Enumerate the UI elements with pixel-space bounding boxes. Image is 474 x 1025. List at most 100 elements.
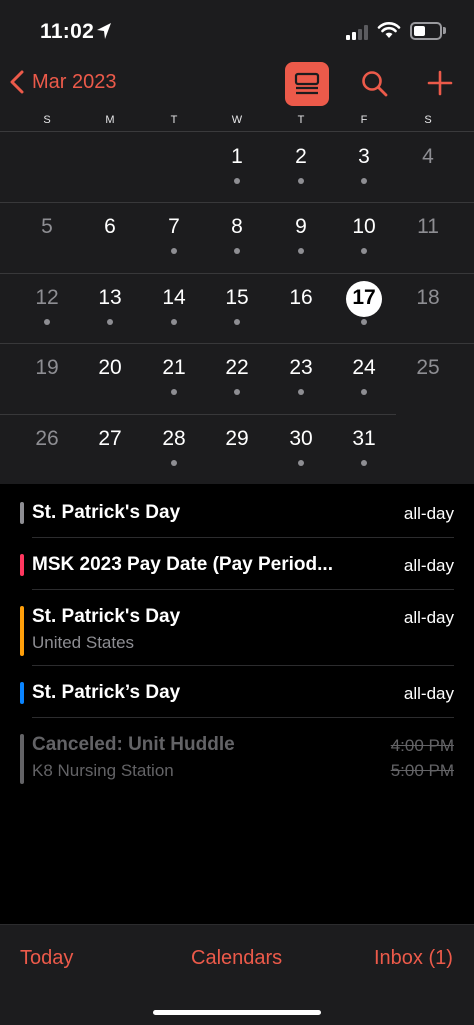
day-cell[interactable]: 7 xyxy=(143,202,206,272)
calendars-button[interactable]: Calendars xyxy=(191,947,282,970)
day-number: 30 xyxy=(289,427,313,450)
day-number: 2 xyxy=(295,145,307,168)
event-row[interactable]: MSK 2023 Pay Date (Pay Period... all-day xyxy=(0,554,474,580)
day-cell[interactable]: 5 xyxy=(16,202,79,272)
event-indicator-dot xyxy=(361,389,367,395)
calendar-color-bar xyxy=(20,682,24,704)
day-number: 29 xyxy=(225,427,249,450)
event-title: MSK 2023 Pay Date (Pay Period... xyxy=(32,554,333,575)
day-number: 15 xyxy=(225,286,249,309)
weekday-header: S M T W T F S xyxy=(0,110,474,132)
event-indicator-dot xyxy=(234,178,240,184)
day-cell[interactable]: 13 xyxy=(79,273,142,343)
day-cell[interactable]: 2 xyxy=(270,132,333,202)
event-separator xyxy=(32,589,454,590)
day-number: 28 xyxy=(162,427,186,450)
event-row[interactable]: St. Patrick's Day United States all-day xyxy=(0,606,474,660)
event-indicator-dot xyxy=(298,178,304,184)
day-number: 22 xyxy=(225,356,249,379)
add-event-icon[interactable] xyxy=(427,70,453,96)
day-number: 12 xyxy=(35,286,59,309)
event-indicator-dot xyxy=(234,248,240,254)
event-indicator-dot xyxy=(298,248,304,254)
day-cell[interactable]: 9 xyxy=(270,202,333,272)
day-cell[interactable]: 15 xyxy=(206,273,269,343)
event-indicator-dot xyxy=(234,319,240,325)
today-button[interactable]: Today xyxy=(20,947,73,970)
event-indicator-dot xyxy=(298,460,304,466)
day-number: 4 xyxy=(422,145,434,168)
day-number: 24 xyxy=(352,356,376,379)
calendar-color-bar xyxy=(20,554,24,576)
day-cell[interactable]: 16 xyxy=(270,273,333,343)
event-separator xyxy=(32,717,454,718)
calendar-color-bar xyxy=(20,502,24,524)
back-to-year-button[interactable]: Mar 2023 xyxy=(10,70,117,94)
event-indicator-dot xyxy=(298,389,304,395)
day-number: 5 xyxy=(41,215,53,238)
event-indicator-dot xyxy=(361,319,367,325)
day-number: 6 xyxy=(104,215,116,238)
event-indicator-dot xyxy=(44,319,50,325)
month-label: Mar 2023 xyxy=(32,70,117,93)
event-indicator-dot xyxy=(171,389,177,395)
day-cell[interactable]: 28 xyxy=(143,414,206,484)
event-time: all-day xyxy=(403,556,454,575)
day-cell[interactable]: 18 xyxy=(397,273,460,343)
day-cell[interactable]: 12 xyxy=(16,273,79,343)
day-cell[interactable]: 11 xyxy=(397,202,460,272)
weekday-label: S xyxy=(43,114,51,126)
day-cell[interactable]: 4 xyxy=(397,132,460,202)
nav-bar: Mar 2023 xyxy=(0,62,474,110)
day-number: 8 xyxy=(231,215,243,238)
day-cell[interactable]: 29 xyxy=(206,414,269,484)
day-cell[interactable]: 21 xyxy=(143,343,206,413)
day-number: 11 xyxy=(417,215,439,238)
event-separator xyxy=(32,665,454,666)
day-cell[interactable]: 1 xyxy=(206,132,269,202)
day-cell[interactable]: 31 xyxy=(333,414,396,484)
day-number: 25 xyxy=(416,356,440,379)
day-cell[interactable]: 22 xyxy=(206,343,269,413)
day-cell[interactable]: 8 xyxy=(206,202,269,272)
day-number: 21 xyxy=(162,356,186,379)
day-cell-today[interactable]: 17 xyxy=(333,273,396,343)
day-cell[interactable]: 10 xyxy=(333,202,396,272)
events-list: St. Patrick's Day all-day MSK 2023 Pay Dat… xyxy=(0,484,474,924)
day-cell[interactable]: 20 xyxy=(79,343,142,413)
day-number: 13 xyxy=(98,286,122,309)
event-time: all-day xyxy=(403,684,454,703)
day-cell[interactable]: 14 xyxy=(143,273,206,343)
day-cell[interactable]: 24 xyxy=(333,343,396,413)
day-number: 27 xyxy=(98,427,122,450)
day-cell[interactable]: 3 xyxy=(333,132,396,202)
day-cell[interactable]: 26 xyxy=(16,414,79,484)
day-number: 26 xyxy=(35,427,59,450)
day-number: 31 xyxy=(352,427,376,450)
list-view-icon xyxy=(294,72,320,95)
event-row[interactable]: Canceled: Unit Huddle K8 Nursing Station 4… xyxy=(0,734,474,788)
list-view-button[interactable] xyxy=(285,62,329,106)
day-cell[interactable]: 6 xyxy=(79,202,142,272)
day-cell[interactable]: 30 xyxy=(270,414,333,484)
search-icon[interactable] xyxy=(361,70,389,98)
day-number: 16 xyxy=(289,286,313,309)
status-time: 11:02 xyxy=(40,20,95,43)
event-indicator-dot xyxy=(171,319,177,325)
day-number: 1 xyxy=(231,145,243,168)
event-title: St. Patrick's Day xyxy=(32,606,181,627)
day-number: 18 xyxy=(416,286,440,309)
location-arrow-icon xyxy=(97,23,111,39)
event-row[interactable]: St. Patrick's Day all-day xyxy=(0,502,474,528)
weekday-label: T xyxy=(297,114,305,126)
day-cell[interactable]: 27 xyxy=(79,414,142,484)
day-number: 10 xyxy=(352,215,376,238)
event-row[interactable]: St. Patrick’s Day all-day xyxy=(0,682,474,708)
home-indicator xyxy=(153,1010,321,1015)
day-cell[interactable]: 25 xyxy=(397,343,460,413)
event-indicator-dot xyxy=(361,460,367,466)
day-number: 19 xyxy=(35,356,59,379)
day-cell[interactable]: 19 xyxy=(16,343,79,413)
inbox-button[interactable]: Inbox (1) xyxy=(374,947,453,970)
day-cell[interactable]: 23 xyxy=(270,343,333,413)
